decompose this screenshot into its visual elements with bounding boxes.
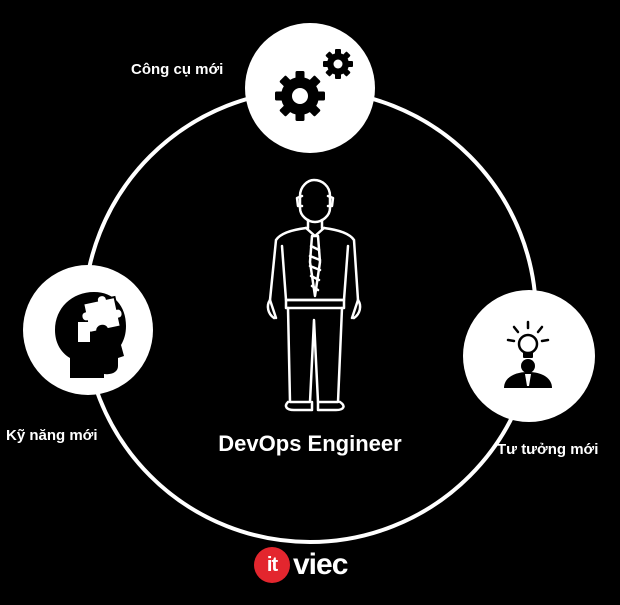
logo-badge: it [254, 547, 290, 583]
logo-text: viec [293, 548, 348, 581]
center-title: DevOps Engineer [218, 431, 402, 456]
cycle-ring [82, 88, 538, 544]
itviec-logo: it viec [254, 545, 348, 585]
engineer-person-icon [266, 178, 362, 412]
diagram: Công cụ mới Kỹ năng mới Tư tưởng mới Dev… [0, 0, 620, 600]
diagram-graphics [23, 23, 595, 544]
mindset-node [463, 290, 595, 422]
tools-node [245, 23, 375, 153]
skills-node [23, 265, 153, 395]
tools-label: Công cụ mới [131, 61, 224, 78]
